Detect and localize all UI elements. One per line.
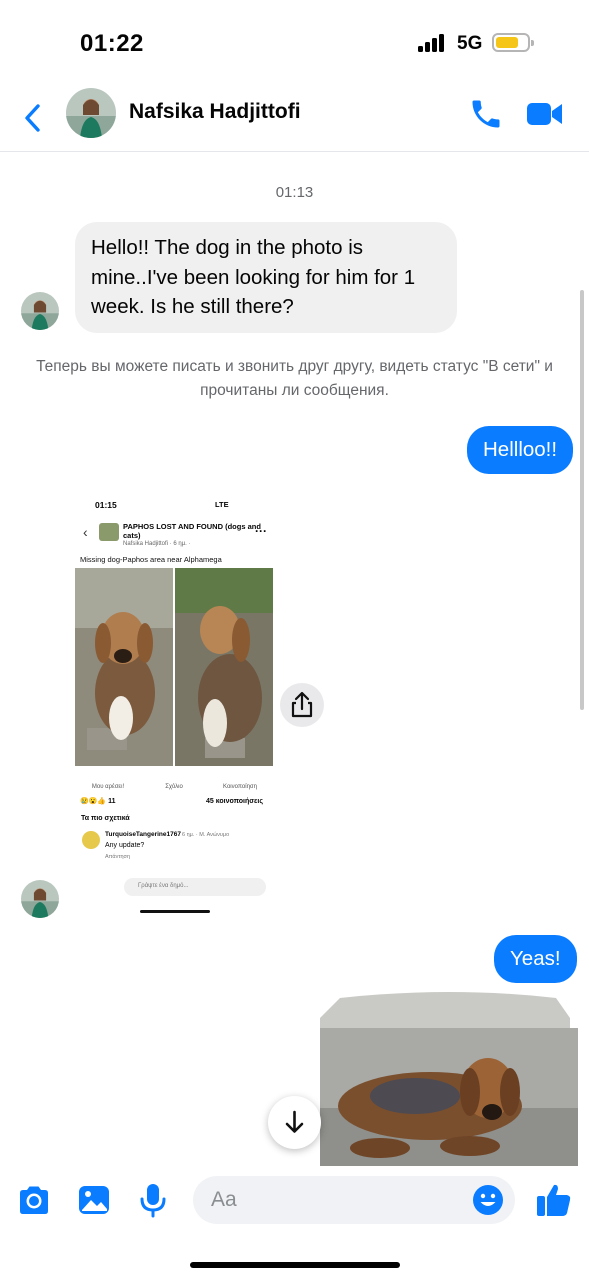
shot-comment-time: 6 ημ. · Μ. Ανώνυμο — [182, 832, 230, 838]
shot-group-name: PAPHOS LOST AND FOUND (dogs and cats) — [123, 522, 261, 540]
shared-screenshot-image[interactable]: 01:15 LTE ‹ PAPHOS LOST AND FOUND (dogs … — [70, 488, 282, 920]
signal-icon — [418, 34, 448, 52]
shot-author: Nafsika Hadjittofi · 6 ημ. · — [123, 541, 191, 547]
shot-comment-text: Any update? — [105, 842, 145, 849]
microphone-button[interactable] — [135, 1182, 171, 1218]
shot-composer: Γράψτε ένα δημό... — [124, 878, 266, 896]
back-button[interactable] — [18, 100, 48, 136]
share-button[interactable] — [280, 683, 324, 727]
system-notice: Теперь вы можете писать и звонить друг д… — [36, 358, 553, 399]
shot-comment-author: TurquoiseTangerine1767 — [105, 831, 181, 838]
outgoing-message[interactable]: Yeas! — [494, 935, 577, 983]
contact-name[interactable]: Nafsika Hadjittofi — [129, 100, 301, 124]
shot-actions: Μου αρέσει! Σχόλιο Κοινοποίηση — [75, 770, 273, 792]
shot-time: 01:15 — [95, 500, 117, 510]
network-label: 5G — [457, 33, 483, 54]
shot-caption: Missing dog-Paphos area near Alphamega — [80, 555, 222, 564]
image-icon — [79, 1186, 109, 1214]
conversation-header: Nafsika Hadjittofi — [0, 80, 589, 152]
incoming-message[interactable]: Hello!! The dog in the photo is mine..I'… — [75, 222, 457, 333]
message-input[interactable] — [211, 1176, 461, 1224]
like-button[interactable] — [535, 1181, 573, 1219]
shot-comment-label: Σχόλιο — [165, 784, 183, 790]
composer-bar — [0, 1166, 589, 1280]
shot-network: LTE — [215, 500, 229, 509]
battery-icon — [492, 33, 534, 52]
shot-comment-reply: Απάντηση — [105, 854, 130, 860]
shot-like-label: Μου αρέσει! — [91, 784, 125, 790]
sent-dog-photo[interactable] — [320, 988, 578, 1166]
shot-chevron-left-icon: ‹ — [83, 524, 88, 540]
home-indicator — [190, 1262, 400, 1268]
shot-dog-photo-2 — [175, 568, 273, 766]
emoji-icon — [473, 1185, 503, 1215]
arrow-down-icon — [285, 1110, 304, 1133]
emoji-button[interactable] — [471, 1183, 505, 1217]
sender-avatar[interactable] — [21, 880, 59, 918]
chevron-left-icon — [25, 104, 40, 132]
shot-share-label: Κοινοποίηση — [223, 784, 257, 790]
thumbs-up-icon — [537, 1184, 571, 1216]
contact-avatar[interactable] — [66, 88, 116, 138]
share-icon — [291, 691, 313, 718]
shot-comment-avatar — [82, 831, 100, 849]
shot-more-icon: ··· — [255, 524, 267, 538]
shot-relevant-label: Τα πιο σχετικά — [81, 815, 130, 822]
shot-reaction-count: 😢😮👍 11 — [80, 798, 116, 805]
sender-avatar[interactable] — [21, 292, 59, 330]
camera-button[interactable] — [16, 1182, 52, 1218]
message-timestamp: 01:13 — [275, 184, 314, 201]
gallery-button[interactable] — [76, 1182, 112, 1218]
shot-dog-photo — [75, 568, 173, 766]
outgoing-message[interactable]: Hellloo!! — [467, 426, 574, 474]
scroll-to-bottom-button[interactable] — [268, 1096, 321, 1149]
status-bar: 01:22 5G — [0, 0, 589, 80]
shot-home-indicator — [140, 910, 210, 913]
video-call-button[interactable] — [526, 98, 564, 130]
message-input-wrapper — [193, 1176, 515, 1224]
shot-shares: 45 κοινοποιήσεις — [206, 798, 263, 805]
phone-icon — [472, 100, 500, 128]
call-button[interactable] — [468, 96, 504, 132]
scrollbar[interactable] — [580, 290, 584, 710]
microphone-icon — [140, 1184, 166, 1218]
video-camera-icon — [527, 103, 562, 125]
camera-icon — [20, 1186, 48, 1214]
status-time: 01:22 — [80, 30, 144, 57]
shot-group-thumbnail — [99, 523, 119, 541]
